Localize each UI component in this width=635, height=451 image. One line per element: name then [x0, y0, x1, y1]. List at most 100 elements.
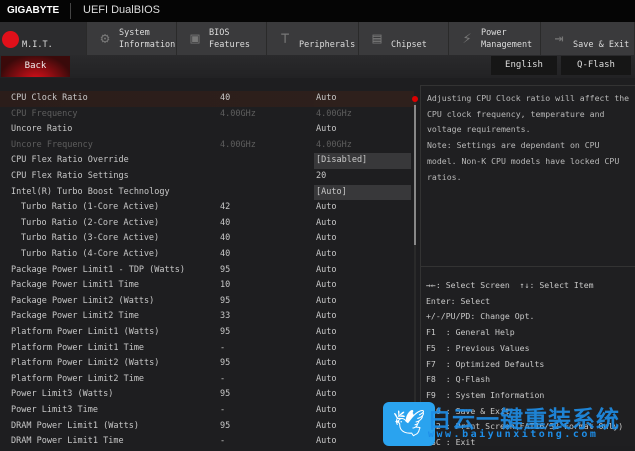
setting-option[interactable]: [Disabled] [314, 153, 411, 169]
watermark-url: www.baiyunxitong.com [428, 429, 599, 440]
setting-row[interactable]: Intel(R) Turbo Boost Technology [Auto] [0, 184, 414, 201]
setting-current-value: 33 [220, 311, 231, 322]
setting-current-value: 95 [220, 327, 231, 337]
setting-row: CPU Frequency 4.00GHz 4.00GHz [0, 107, 414, 123]
tab-label-line2: Save & Exit [573, 40, 630, 50]
setting-row[interactable]: Platform Power Limit2 (Watts) 95 Auto [0, 356, 414, 372]
power-icon: ⚡ [462, 29, 472, 47]
setting-row[interactable]: CPU Flex Ratio Settings 20 [0, 169, 414, 185]
setting-name: DRAM Power Limit1 Time [11, 436, 124, 447]
tab-m-i-t[interactable]: M.I.T. [0, 22, 87, 55]
tab-information[interactable]: ⚙ System Information [87, 22, 177, 55]
setting-name: Package Power Limit1 - TDP (Watts) [11, 264, 185, 275]
tab-label-line2: Features [209, 40, 250, 50]
setting-name: Package Power Limit2 Time [11, 311, 139, 322]
setting-option[interactable]: Auto [314, 122, 411, 138]
setting-option[interactable]: Auto [314, 278, 411, 294]
setting-row[interactable]: Power Limit3 Time - Auto [0, 403, 414, 419]
setting-row[interactable]: DRAM Power Limit1 (Watts) 95 Auto [0, 419, 414, 435]
setting-row[interactable]: Turbo Ratio (3-Core Active) 40 Auto [0, 231, 414, 247]
setting-row[interactable]: Platform Power Limit1 Time - Auto [0, 341, 414, 357]
setting-option[interactable]: [Auto] [314, 184, 411, 201]
setting-row[interactable]: Platform Power Limit1 (Watts) 95 Auto [0, 325, 414, 341]
tab-features[interactable]: ▣ BIOS Features [177, 22, 267, 55]
setting-option[interactable]: Auto [314, 216, 411, 232]
setting-row[interactable]: Package Power Limit1 Time 10 Auto [0, 278, 414, 294]
setting-option[interactable]: Auto [314, 263, 411, 279]
setting-current-value: - [220, 373, 226, 384]
setting-row[interactable]: CPU Flex Ratio Override [Disabled] [0, 153, 414, 169]
setting-option[interactable]: Auto [314, 200, 411, 216]
setting-name: Uncore Ratio [11, 124, 73, 135]
help-line: +/-/PU/PD: Change Opt. [426, 311, 535, 322]
setting-row: Uncore Frequency 4.00GHz 4.00GHz [0, 138, 414, 154]
setting-current-value: 40 [220, 93, 231, 103]
setting-option[interactable]: Auto [314, 387, 411, 403]
language-button[interactable]: English [491, 56, 557, 75]
setting-current-value: 40 [220, 249, 231, 259]
setting-option[interactable]: 20 [314, 169, 411, 185]
setting-option[interactable]: Auto [314, 341, 411, 357]
setting-option[interactable]: Auto [314, 231, 411, 247]
setting-option: 4.00GHz [316, 139, 352, 150]
setting-current-value: - [220, 342, 226, 353]
setting-name: CPU Flex Ratio Settings [11, 171, 129, 181]
setting-row[interactable]: Power Limit3 (Watts) 95 Auto [0, 387, 414, 403]
tab-label-line1: Power [481, 28, 507, 38]
setting-option[interactable]: Auto [314, 91, 411, 107]
setting-row[interactable]: CPU Clock Ratio 40 Auto [0, 91, 414, 107]
scroll-up-icon[interactable] [412, 96, 418, 102]
setting-description: Adjusting CPU Clock ratio will affect th… [427, 93, 630, 182]
tab-label-line2: Management [481, 40, 533, 50]
tab-save-exit[interactable]: ⇥ Save & Exit [541, 22, 635, 55]
tab-label-line2: M.I.T. [22, 40, 53, 50]
settings-list: CPU Clock Ratio 40 Auto CPU Frequency 4.00GH… [0, 85, 418, 446]
gear-icon: ⚙ [100, 29, 110, 47]
setting-name: Package Power Limit2 (Watts) [11, 295, 155, 306]
setting-name: Power Limit3 Time [11, 405, 98, 415]
setting-option[interactable]: Auto [314, 247, 411, 263]
setting-option[interactable]: Auto [314, 372, 411, 388]
back-button[interactable]: Back [1, 56, 70, 77]
setting-option[interactable]: Auto [314, 325, 411, 341]
setting-option[interactable]: Auto [314, 356, 411, 372]
setting-option[interactable]: Auto [314, 309, 411, 325]
setting-row[interactable]: Package Power Limit2 Time 33 Auto [0, 309, 414, 325]
qflash-button[interactable]: Q-Flash [561, 56, 631, 75]
setting-row[interactable]: Package Power Limit1 - TDP (Watts) 95 Auto [0, 263, 414, 279]
setting-current-value: 10 [220, 280, 231, 291]
setting-current-value: - [220, 436, 226, 447]
tab-label-line1: BIOS [209, 28, 230, 38]
setting-row[interactable]: Uncore Ratio Auto [0, 122, 414, 138]
setting-row[interactable]: Turbo Ratio (2-Core Active) 40 Auto [0, 216, 414, 232]
scrollbar-thumb[interactable] [414, 105, 416, 245]
tab-label-line2: Information [119, 40, 176, 50]
gigabyte-logo: GIGABYTE [7, 5, 60, 16]
setting-name: CPU Flex Ratio Override [11, 155, 129, 166]
header-divider [70, 3, 71, 19]
setting-current-value: 95 [220, 264, 231, 275]
setting-row[interactable]: Package Power Limit2 (Watts) 95 Auto [0, 294, 414, 310]
help-divider [420, 266, 635, 267]
setting-name: Platform Power Limit2 (Watts) [11, 358, 160, 369]
setting-row[interactable]: Turbo Ratio (1-Core Active) 42 Auto [0, 200, 414, 216]
tab-chipset[interactable]: ▤ Chipset [359, 22, 449, 55]
setting-current-value: 40 [220, 217, 231, 228]
setting-row[interactable]: Platform Power Limit2 Time - Auto [0, 372, 414, 388]
peripherals-icon: ⊤ [280, 29, 290, 47]
setting-option[interactable]: Auto [314, 294, 411, 310]
help-line: Enter: Select [426, 295, 491, 306]
setting-name: Turbo Ratio (2-Core Active) [21, 217, 160, 228]
setting-name: CPU Frequency [11, 108, 78, 119]
exit-icon: ⇥ [554, 29, 564, 47]
setting-current-value: 95 [220, 389, 231, 400]
setting-row[interactable]: DRAM Power Limit1 Time - Auto [0, 434, 414, 450]
setting-name: Power Limit3 (Watts) [11, 389, 114, 400]
setting-row[interactable]: Turbo Ratio (4-Core Active) 40 Auto [0, 247, 414, 263]
tab-management[interactable]: ⚡ Power Management [449, 22, 541, 55]
header-bar: GIGABYTE UEFI DualBIOS [0, 0, 635, 22]
setting-current-value: 95 [220, 420, 231, 431]
help-line: F8 : Q-Flash [426, 374, 491, 385]
tab-label-line1: System [119, 28, 150, 38]
tab-peripherals[interactable]: ⊤ Peripherals [267, 22, 359, 55]
